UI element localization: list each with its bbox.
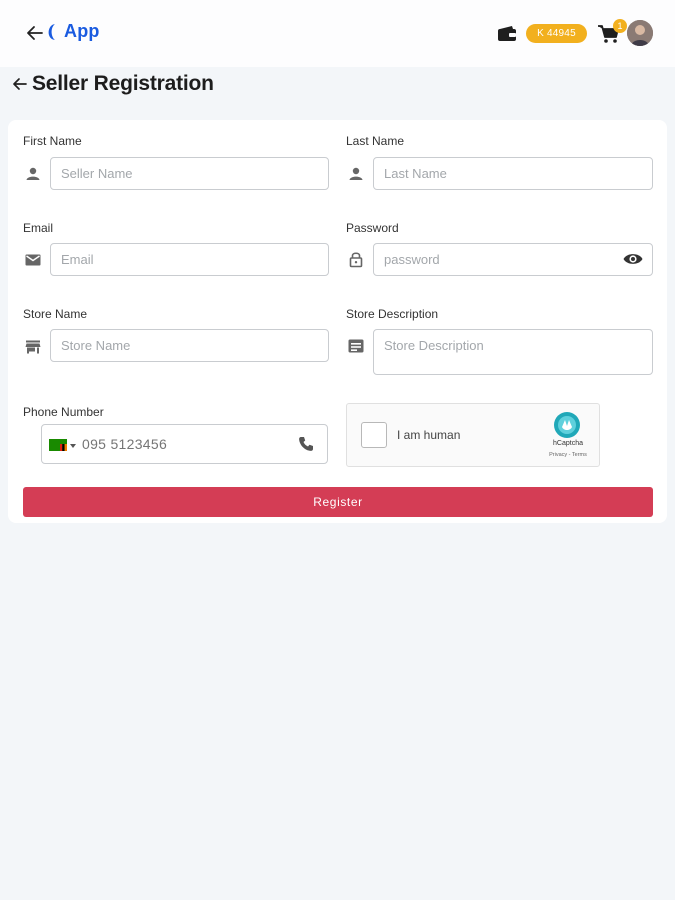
first-name-input[interactable] — [50, 157, 329, 190]
back-arrow-icon[interactable] — [11, 75, 28, 93]
person-icon — [349, 167, 363, 180]
store-description-label: Store Description — [346, 307, 439, 321]
zambia-flag-icon[interactable] — [49, 439, 67, 451]
phone-input[interactable] — [82, 431, 282, 457]
last-name-input[interactable] — [373, 157, 653, 190]
store-name-input[interactable] — [50, 329, 329, 362]
password-label: Password — [346, 221, 399, 235]
store-icon — [25, 340, 41, 354]
balance-badge[interactable]: K 44945 — [526, 24, 587, 43]
last-name-label: Last Name — [346, 134, 405, 148]
avatar[interactable] — [627, 20, 653, 46]
page-header: Seller Registration — [11, 72, 214, 96]
phone-icon — [299, 437, 313, 451]
eye-icon[interactable] — [622, 250, 644, 268]
phone-field — [41, 424, 328, 464]
wallet-icon[interactable] — [496, 24, 518, 44]
register-button[interactable]: Register — [23, 487, 653, 517]
captcha-brand: hCaptcha — [553, 440, 583, 447]
captcha-privacy-terms-link[interactable]: Privacy - Terms — [537, 452, 599, 458]
store-name-label: Store Name — [23, 307, 88, 321]
app-logo[interactable]: App — [44, 21, 100, 42]
password-input[interactable] — [373, 243, 653, 276]
email-label: Email — [23, 221, 54, 235]
captcha-checkbox[interactable] — [361, 422, 387, 448]
first-name-label: First Name — [23, 134, 82, 148]
app-name: App — [64, 21, 100, 41]
captcha-label: I am human — [397, 428, 461, 442]
phone-label: Phone Number — [23, 405, 104, 419]
lock-icon — [349, 252, 363, 268]
page-title: Seller Registration — [32, 72, 214, 95]
app-logo-icon — [48, 23, 55, 40]
chevron-down-icon[interactable] — [70, 444, 76, 448]
store-description-input[interactable] — [373, 329, 653, 375]
avatar-image — [627, 20, 653, 46]
back-arrow-icon[interactable] — [26, 22, 44, 44]
mail-icon — [25, 254, 41, 266]
person-icon — [26, 167, 40, 180]
hcaptcha-logo-icon — [554, 412, 580, 438]
description-icon — [348, 339, 364, 353]
email-input[interactable] — [50, 243, 329, 276]
captcha-widget: I am human hCaptcha Privacy - Terms — [346, 403, 600, 467]
top-bar: App K 44945 1 — [0, 0, 675, 67]
cart-count-badge: 1 — [613, 19, 627, 33]
